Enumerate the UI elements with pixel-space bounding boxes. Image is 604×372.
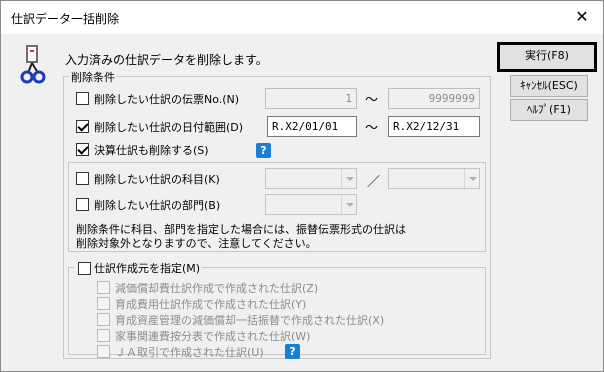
origin-item-checkbox[interactable] (97, 329, 110, 342)
origin-item-label: 減価償却費仕訳作成で作成された仕訳(Z) (115, 282, 319, 295)
department-dropdown[interactable] (265, 194, 357, 215)
voucher-to-field[interactable]: 9999999 (388, 88, 480, 109)
origin-item-checkbox[interactable] (97, 313, 110, 326)
chevron-down-icon (464, 169, 479, 188)
date-range-sep: 〜 (365, 121, 379, 136)
window-title: 仕訳データ一括削除 (11, 12, 120, 26)
account-checkbox[interactable] (76, 172, 89, 185)
origin-help-icon[interactable]: ? (285, 344, 300, 359)
description-text: 入力済みの仕訳データを削除します。 (65, 53, 268, 67)
settlement-checkbox[interactable] (76, 143, 89, 156)
dialog-window: 仕訳データ一括削除 ✕ 入力済みの仕訳データを削除します。 削除条件 削除したい… (0, 0, 604, 372)
conditions-legend: 削除条件 (69, 69, 117, 85)
cancel-button[interactable]: ｷｬﾝｾﾙ(ESC) (510, 75, 588, 97)
date-to-field[interactable]: R.X2/12/31 (388, 116, 480, 137)
settlement-help-icon[interactable]: ? (256, 143, 271, 158)
date-label: 削除したい仕訳の日付範囲(D) (94, 121, 244, 134)
execute-button[interactable]: 実行(F8) (497, 42, 597, 72)
origin-item-checkbox[interactable] (97, 345, 110, 358)
date-checkbox[interactable] (76, 120, 89, 133)
close-icon[interactable]: ✕ (567, 3, 597, 31)
voucher-from-field[interactable]: 1 (265, 88, 357, 109)
chevron-down-icon (341, 195, 356, 214)
voucher-range-sep: 〜 (365, 93, 379, 108)
voucher-checkbox[interactable] (76, 92, 89, 105)
department-label: 削除したい仕訳の部門(B) (94, 199, 221, 212)
account-to-dropdown[interactable] (388, 168, 480, 189)
origin-item-label: 育成費用仕訳作成で作成された仕訳(Y) (115, 298, 307, 311)
scissors-icon (20, 45, 46, 84)
voucher-label: 削除したい仕訳の伝票No.(N) (94, 93, 240, 106)
origin-item-checkbox[interactable] (97, 281, 110, 294)
origin-legend: 仕訳作成元を指定(M) (74, 260, 203, 276)
settlement-label: 決算仕訳も削除する(S) (94, 144, 209, 157)
account-label: 削除したい仕訳の科目(K) (94, 173, 220, 186)
origin-item-label: ＪＡ取引で作成された仕訳(U) (115, 346, 264, 359)
title-bar: 仕訳データ一括削除 ✕ (1, 1, 603, 34)
origin-checkbox[interactable] (78, 262, 91, 275)
origin-item-checkbox[interactable] (97, 297, 110, 310)
account-from-dropdown[interactable] (265, 168, 357, 189)
date-from-field[interactable]: R.X2/01/01 (267, 116, 357, 137)
help-button[interactable]: ﾍﾙﾌﾟ(F1) (510, 99, 588, 121)
department-checkbox[interactable] (76, 198, 89, 211)
chevron-down-icon (341, 169, 356, 188)
account-sep: ／ (367, 175, 381, 190)
origin-item-label: 育成資産管理の減価償却一括振替で作成された仕訳(X) (115, 314, 385, 327)
note-line-2: 削除対象外となりますので、注意してください。 (76, 237, 317, 250)
origin-item-label: 家事関連費按分表で作成された仕訳(W) (115, 330, 311, 343)
